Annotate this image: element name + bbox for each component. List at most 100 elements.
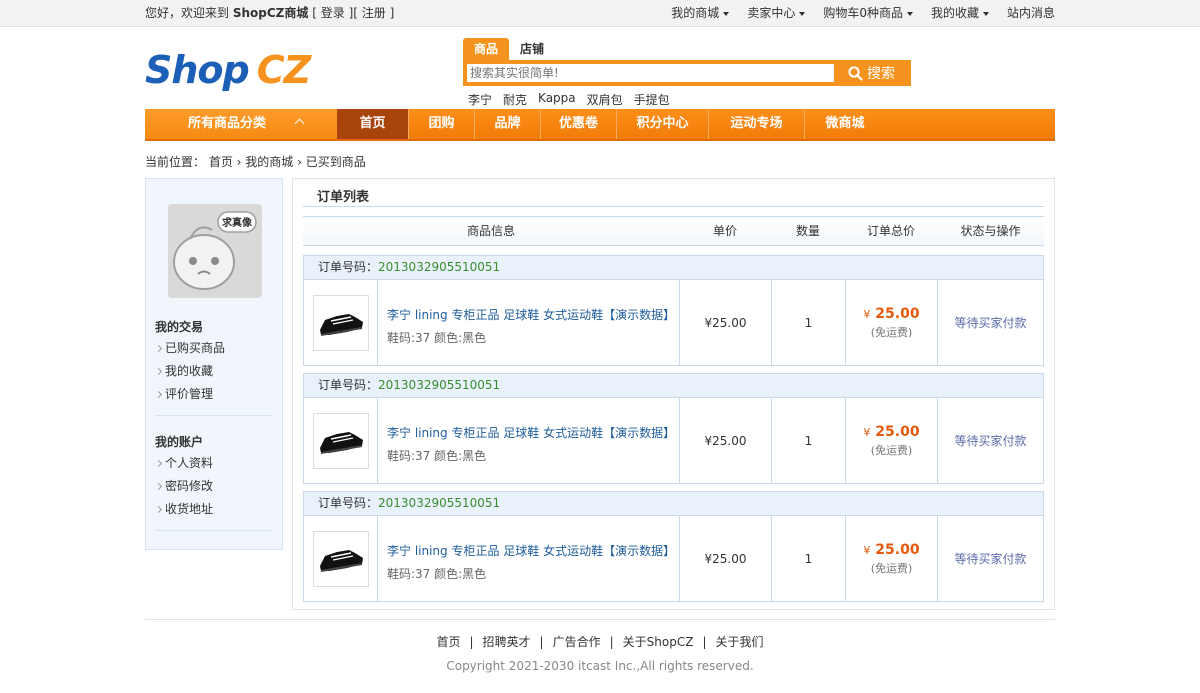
hot-keyword[interactable]: 手提包 xyxy=(634,91,670,108)
my-mall-menu[interactable]: 我的商城 xyxy=(671,0,730,27)
bracket-close: ] xyxy=(389,6,395,20)
tab-shops[interactable]: 店铺 xyxy=(509,38,555,60)
sidebar-item-password[interactable]: 密码修改 xyxy=(155,475,213,498)
order-total: ¥ 25.00 xyxy=(863,542,919,558)
avatar-placeholder-icon: 求真像 xyxy=(168,204,262,298)
order-status-link[interactable]: 等待买家付款 xyxy=(938,280,1043,365)
chevron-up-icon xyxy=(294,118,305,129)
nav-item-sports[interactable]: 运动专场 xyxy=(709,109,805,139)
column-header: 状态与操作 xyxy=(960,224,1021,238)
nav-item-group-buy[interactable]: 团购 xyxy=(409,109,475,139)
hot-keyword[interactable]: 双肩包 xyxy=(587,91,623,108)
all-categories-button[interactable]: 所有商品分类 xyxy=(145,109,337,139)
site-logo[interactable]: Shop CZ xyxy=(145,48,311,92)
bracket-sep: ][ xyxy=(348,6,358,20)
chevron-down-icon xyxy=(799,11,806,16)
order-block: 订单号码：2013032905510051 李宁 lining 专柜正品 足球鞋… xyxy=(303,491,1044,602)
product-thumbnail[interactable] xyxy=(312,294,369,351)
search-tabs: 商品 店铺 xyxy=(463,38,911,60)
top-bar: 您好，欢迎来到 ShopCZ商城 [ 登录 ][ 注册 ] 我的商城 卖家中心 … xyxy=(0,0,1200,27)
hot-keyword[interactable]: Kappa xyxy=(538,91,576,108)
sidebar-group-title: 我的交易 xyxy=(155,320,204,334)
register-link[interactable]: 注册 xyxy=(362,6,386,20)
product-info-cell: 李宁 lining 专柜正品 足球鞋 女式运动鞋【演示数据】 鞋码:37 颜色:… xyxy=(378,398,680,483)
product-link[interactable]: 李宁 lining 专柜正品 足球鞋 女式运动鞋【演示数据】 xyxy=(387,306,675,323)
messages-link[interactable]: 站内消息 xyxy=(1007,0,1055,27)
hot-keyword[interactable]: 李宁 xyxy=(468,91,492,108)
nav-item-wechat-mall[interactable]: 微商城 xyxy=(805,109,885,139)
order-total: ¥ 25.00 xyxy=(863,306,919,322)
divider xyxy=(145,619,1055,620)
table-row: 李宁 lining 专柜正品 足球鞋 女式运动鞋【演示数据】 鞋码:37 颜色:… xyxy=(304,280,1043,365)
shoe-icon xyxy=(319,549,363,572)
order-block: 订单号码：2013032905510051 李宁 lining 专柜正品 足球鞋… xyxy=(303,255,1044,366)
order-status-link[interactable]: 等待买家付款 xyxy=(938,516,1043,601)
separator: | xyxy=(539,635,544,649)
divider xyxy=(155,415,273,416)
order-total-cell: ¥ 25.00 (免运费) xyxy=(846,398,938,483)
product-image-cell xyxy=(304,280,378,365)
sidebar-item-favorites[interactable]: 我的收藏 xyxy=(155,360,225,383)
panel-title: 订单列表 xyxy=(317,190,370,205)
order-block: 订单号码：2013032905510051 李宁 lining 专柜正品 足球鞋… xyxy=(303,373,1044,484)
order-number[interactable]: 2013032905510051 xyxy=(378,496,500,510)
top-links: 我的商城 卖家中心 购物车0种商品 我的收藏 站内消息 xyxy=(671,0,1055,27)
footer-link-about-us[interactable]: 关于我们 xyxy=(716,635,764,649)
copyright: Copyright 2021-2030 itcast Inc.,All righ… xyxy=(446,659,754,673)
order-number[interactable]: 2013032905510051 xyxy=(378,260,500,274)
search-button[interactable]: 搜索 xyxy=(835,63,908,83)
column-header: 订单总价 xyxy=(866,224,915,238)
divider xyxy=(155,530,273,531)
order-number[interactable]: 2013032905510051 xyxy=(378,378,500,392)
welcome-text: 您好，欢迎来到 xyxy=(145,6,230,20)
seller-center-menu[interactable]: 卖家中心 xyxy=(747,0,806,27)
search-box: 搜索 xyxy=(463,60,911,86)
login-link[interactable]: 登录 xyxy=(321,6,345,20)
search-input[interactable] xyxy=(466,63,835,83)
sidebar-item-address[interactable]: 收货地址 xyxy=(155,498,213,521)
breadcrumb-current: 已买到商品 xyxy=(305,155,366,169)
cart-menu[interactable]: 购物车0种商品 xyxy=(823,0,913,27)
nav-item-brands[interactable]: 品牌 xyxy=(475,109,541,139)
product-info-cell: 李宁 lining 专柜正品 足球鞋 女式运动鞋【演示数据】 鞋码:37 颜色:… xyxy=(378,516,680,601)
logo-shop: Shop xyxy=(145,48,250,92)
product-attributes: 鞋码:37 颜色:黑色 xyxy=(387,449,487,463)
currency-symbol: ¥ xyxy=(863,543,871,557)
nav-item-points[interactable]: 积分中心 xyxy=(617,109,709,139)
order-status-link[interactable]: 等待买家付款 xyxy=(938,398,1043,483)
chevron-down-icon xyxy=(723,11,730,16)
product-thumbnail[interactable] xyxy=(312,530,369,587)
breadcrumb-my-mall[interactable]: 我的商城 xyxy=(245,155,293,169)
seller-center-label: 卖家中心 xyxy=(747,6,796,20)
order-header: 订单号码：2013032905510051 xyxy=(304,374,1043,398)
separator: | xyxy=(609,635,614,649)
product-image-cell xyxy=(304,398,378,483)
tab-goods[interactable]: 商品 xyxy=(463,38,509,60)
product-thumbnail[interactable] xyxy=(312,412,369,469)
order-total-value: 25.00 xyxy=(875,305,920,322)
favorites-label: 我的收藏 xyxy=(930,6,979,20)
footer-link-about-shopcz[interactable]: 关于ShopCZ xyxy=(623,635,694,649)
product-link[interactable]: 李宁 lining 专柜正品 足球鞋 女式运动鞋【演示数据】 xyxy=(387,424,675,441)
favorites-menu[interactable]: 我的收藏 xyxy=(931,0,989,27)
chevron-down-icon xyxy=(906,11,913,16)
sidebar-item-profile[interactable]: 个人资料 xyxy=(155,452,213,475)
footer-link-ads[interactable]: 广告合作 xyxy=(553,635,601,649)
nav-item-home[interactable]: 首页 xyxy=(337,109,409,139)
cart-label: 购物车0种商品 xyxy=(823,6,903,20)
currency-symbol: ¥ xyxy=(863,425,871,439)
hot-keyword[interactable]: 耐克 xyxy=(503,91,527,108)
sidebar-item-purchased[interactable]: 已购买商品 xyxy=(155,337,225,360)
order-number-label: 订单号码： xyxy=(318,260,379,274)
order-total-cell: ¥ 25.00 (免运费) xyxy=(846,280,938,365)
footer-link-home[interactable]: 首页 xyxy=(436,635,460,649)
breadcrumb-home[interactable]: 首页 xyxy=(209,155,233,169)
avatar[interactable]: 求真像 xyxy=(168,204,262,298)
nav-item-coupons[interactable]: 优惠卷 xyxy=(541,109,617,139)
footer-links: 首页 | 招聘英才 | 广告合作 | 关于ShopCZ | 关于我们 xyxy=(0,633,1200,650)
sidebar-item-reviews[interactable]: 评价管理 xyxy=(155,383,225,406)
footer-link-jobs[interactable]: 招聘英才 xyxy=(483,635,531,649)
order-header: 订单号码：2013032905510051 xyxy=(304,256,1043,280)
column-header: 单价 xyxy=(712,224,737,238)
product-link[interactable]: 李宁 lining 专柜正品 足球鞋 女式运动鞋【演示数据】 xyxy=(387,542,675,559)
